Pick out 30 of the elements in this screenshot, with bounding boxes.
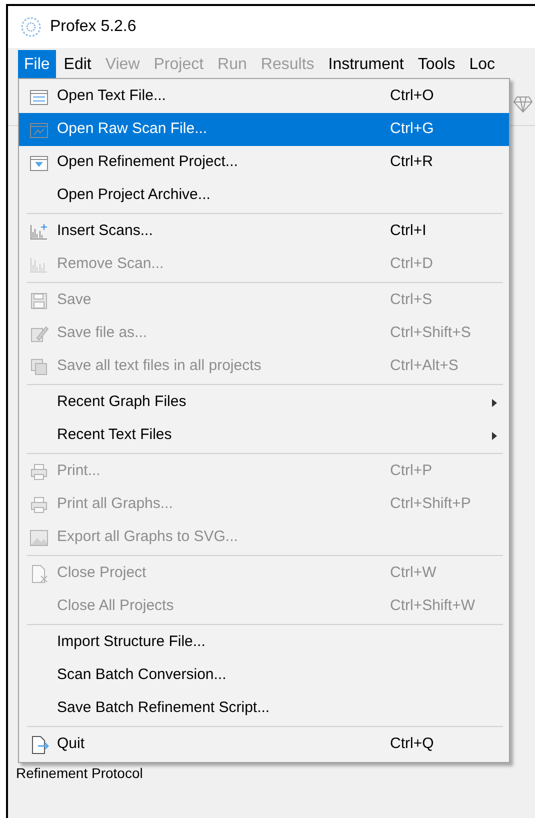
menu-bar-item[interactable]: Instrument [322, 50, 410, 80]
chart-plus-icon [29, 222, 49, 242]
printer-icon [29, 462, 49, 482]
window-title: Profex 5.2.6 [50, 17, 136, 37]
panel-label: Refinement Protocol [15, 764, 144, 783]
menu-item[interactable]: Open Text File... Ctrl+O [19, 80, 509, 113]
menu-item[interactable]: Open Refinement Project... Ctrl+R [19, 146, 509, 179]
submenu-arrow-icon [491, 398, 499, 408]
menu-item[interactable]: Scan Batch Conversion... [19, 659, 509, 692]
menu-item[interactable]: Import Structure File... [19, 626, 509, 659]
menu-item[interactable]: Insert Scans... Ctrl+I [19, 215, 509, 248]
menu-item[interactable]: Recent Graph Files [19, 386, 509, 419]
floppy-disks-icon [29, 356, 49, 376]
menu-bar-item[interactable]: Loc [463, 50, 502, 80]
exit-icon [29, 734, 49, 754]
pencil-icon [29, 324, 49, 344]
printer-icon [29, 494, 49, 514]
menu-item[interactable]: Open Raw Scan File... Ctrl+G [19, 113, 509, 146]
menu-item[interactable]: Quit Ctrl+Q [19, 728, 509, 761]
menu-bar-item[interactable]: Tools [412, 50, 462, 80]
menu-item[interactable]: Open Project Archive... [19, 179, 509, 212]
image-icon [29, 528, 49, 548]
gem-icon[interactable] [513, 94, 533, 114]
document-close-icon [29, 564, 49, 584]
menu-bar-item[interactable]: File [18, 50, 56, 80]
menu-item[interactable]: Save Batch Refinement Script... [19, 692, 509, 725]
app-logo-icon [20, 16, 42, 38]
menu-item[interactable]: Recent Text Files [19, 419, 509, 452]
submenu-arrow-icon [491, 430, 499, 440]
menu-bar-item[interactable]: Edit [58, 50, 98, 80]
